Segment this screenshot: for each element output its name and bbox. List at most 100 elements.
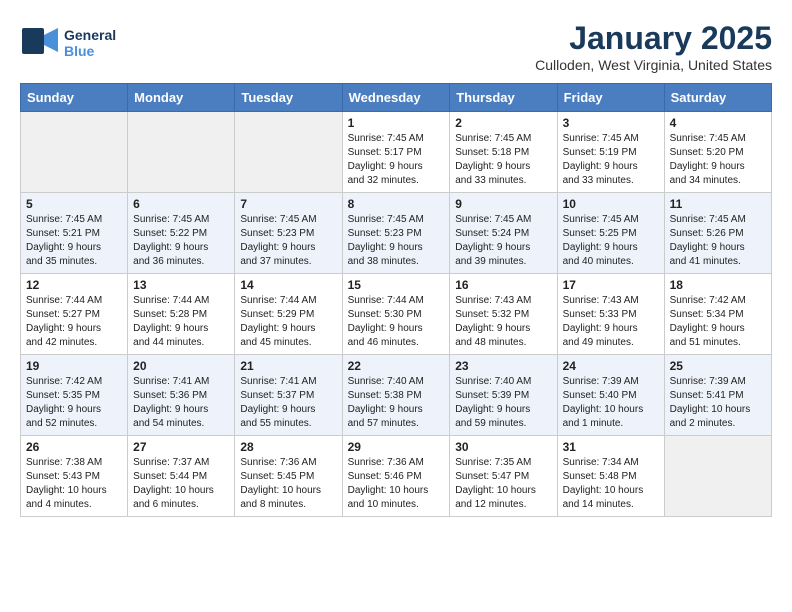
calendar-cell: 12 Sunrise: 7:44 AM Sunset: 5:27 PM Dayli… (21, 274, 128, 355)
calendar-cell: 2 Sunrise: 7:45 AM Sunset: 5:18 PM Daylig… (450, 112, 557, 193)
day-info: Sunrise: 7:41 AM Sunset: 5:37 PM Dayligh… (240, 375, 336, 431)
calendar-cell: 1 Sunrise: 7:45 AM Sunset: 5:17 PM Daylig… (342, 112, 450, 193)
month-year-title: January 2025 (535, 20, 772, 57)
day-info: Sunrise: 7:36 AM Sunset: 5:46 PM Dayligh… (348, 456, 445, 512)
day-info: Sunrise: 7:43 AM Sunset: 5:32 PM Dayligh… (455, 294, 551, 350)
calendar-cell: 14 Sunrise: 7:44 AM Sunset: 5:29 PM Dayli… (235, 274, 342, 355)
calendar-cell: 29Sunrise: 7:36 AM Sunset: 5:46 PM Dayli… (342, 436, 450, 517)
day-number: 12 (26, 278, 122, 292)
calendar-cell: 19 Sunrise: 7:42 AM Sunset: 5:35 PM Dayli… (21, 355, 128, 436)
day-number: 17 (563, 278, 659, 292)
day-number: 15 (348, 278, 445, 292)
calendar-cell: 20 Sunrise: 7:41 AM Sunset: 5:36 PM Dayli… (128, 355, 235, 436)
day-info: Sunrise: 7:37 AM Sunset: 5:44 PM Dayligh… (133, 456, 229, 512)
location-subtitle: Culloden, West Virginia, United States (535, 57, 772, 73)
calendar-cell: 5 Sunrise: 7:45 AM Sunset: 5:21 PM Daylig… (21, 193, 128, 274)
title-area: January 2025 Culloden, West Virginia, Un… (535, 20, 772, 73)
calendar-cell (664, 436, 771, 517)
calendar-cell: 16 Sunrise: 7:43 AM Sunset: 5:32 PM Dayli… (450, 274, 557, 355)
calendar-cell: 26 Sunrise: 7:38 AM Sunset: 5:43 PM Dayli… (21, 436, 128, 517)
day-info: Sunrise: 7:45 AM Sunset: 5:17 PM Dayligh… (348, 132, 445, 188)
calendar-week-row: 5 Sunrise: 7:45 AM Sunset: 5:21 PM Daylig… (21, 193, 772, 274)
calendar-cell (235, 112, 342, 193)
day-info: Sunrise: 7:36 AM Sunset: 5:45 PM Dayligh… (240, 456, 336, 512)
page-header: General Blue January 2025 Culloden, West… (20, 20, 772, 73)
day-info: Sunrise: 7:45 AM Sunset: 5:23 PM Dayligh… (240, 213, 336, 269)
logo: General Blue (20, 20, 116, 65)
day-info: Sunrise: 7:44 AM Sunset: 5:29 PM Dayligh… (240, 294, 336, 350)
calendar-cell (21, 112, 128, 193)
day-number: 5 (26, 197, 122, 211)
day-number: 21 (240, 359, 336, 373)
day-number: 13 (133, 278, 229, 292)
day-number: 19 (26, 359, 122, 373)
calendar-cell: 21 Sunrise: 7:41 AM Sunset: 5:37 PM Dayli… (235, 355, 342, 436)
day-number: 18 (670, 278, 766, 292)
calendar-week-row: 26 Sunrise: 7:38 AM Sunset: 5:43 PM Dayli… (21, 436, 772, 517)
day-info: Sunrise: 7:39 AM Sunset: 5:40 PM Dayligh… (563, 375, 659, 431)
weekday-header-thursday: Thursday (450, 84, 557, 112)
weekday-header-wednesday: Wednesday (342, 84, 450, 112)
day-info: Sunrise: 7:41 AM Sunset: 5:36 PM Dayligh… (133, 375, 229, 431)
day-info: Sunrise: 7:40 AM Sunset: 5:38 PM Dayligh… (348, 375, 445, 431)
day-number: 31 (563, 440, 659, 454)
day-number: 26 (26, 440, 122, 454)
day-number: 8 (348, 197, 445, 211)
day-number: 14 (240, 278, 336, 292)
calendar-cell: 30 Sunrise: 7:35 AM Sunset: 5:47 PM Dayli… (450, 436, 557, 517)
calendar-week-row: 12 Sunrise: 7:44 AM Sunset: 5:27 PM Dayli… (21, 274, 772, 355)
day-number: 25 (670, 359, 766, 373)
day-info: Sunrise: 7:45 AM Sunset: 5:18 PM Dayligh… (455, 132, 551, 188)
day-number: 7 (240, 197, 336, 211)
day-number: 20 (133, 359, 229, 373)
day-info: Sunrise: 7:42 AM Sunset: 5:35 PM Dayligh… (26, 375, 122, 431)
day-info: Sunrise: 7:43 AM Sunset: 5:33 PM Dayligh… (563, 294, 659, 350)
day-info: Sunrise: 7:45 AM Sunset: 5:19 PM Dayligh… (563, 132, 659, 188)
day-info: Sunrise: 7:45 AM Sunset: 5:24 PM Dayligh… (455, 213, 551, 269)
weekday-header-saturday: Saturday (664, 84, 771, 112)
logo-general-text: General (64, 27, 116, 43)
day-number: 2 (455, 116, 551, 130)
day-info: Sunrise: 7:42 AM Sunset: 5:34 PM Dayligh… (670, 294, 766, 350)
weekday-header-tuesday: Tuesday (235, 84, 342, 112)
calendar-table: SundayMondayTuesdayWednesdayThursdayFrid… (20, 83, 772, 517)
day-info: Sunrise: 7:38 AM Sunset: 5:43 PM Dayligh… (26, 456, 122, 512)
calendar-cell: 6 Sunrise: 7:45 AM Sunset: 5:22 PM Daylig… (128, 193, 235, 274)
day-info: Sunrise: 7:39 AM Sunset: 5:41 PM Dayligh… (670, 375, 766, 431)
logo-icon (20, 20, 60, 60)
day-info: Sunrise: 7:35 AM Sunset: 5:47 PM Dayligh… (455, 456, 551, 512)
day-number: 4 (670, 116, 766, 130)
day-info: Sunrise: 7:34 AM Sunset: 5:48 PM Dayligh… (563, 456, 659, 512)
day-info: Sunrise: 7:45 AM Sunset: 5:21 PM Dayligh… (26, 213, 122, 269)
calendar-cell (128, 112, 235, 193)
calendar-cell: 24 Sunrise: 7:39 AM Sunset: 5:40 PM Dayli… (557, 355, 664, 436)
calendar-cell: 4Sunrise: 7:45 AM Sunset: 5:20 PM Daylig… (664, 112, 771, 193)
calendar-cell: 22Sunrise: 7:40 AM Sunset: 5:38 PM Dayli… (342, 355, 450, 436)
calendar-cell: 25 Sunrise: 7:39 AM Sunset: 5:41 PM Dayli… (664, 355, 771, 436)
day-number: 11 (670, 197, 766, 211)
weekday-header-row: SundayMondayTuesdayWednesdayThursdayFrid… (21, 84, 772, 112)
calendar-week-row: 19 Sunrise: 7:42 AM Sunset: 5:35 PM Dayli… (21, 355, 772, 436)
weekday-header-monday: Monday (128, 84, 235, 112)
calendar-cell: 10Sunrise: 7:45 AM Sunset: 5:25 PM Dayli… (557, 193, 664, 274)
day-info: Sunrise: 7:45 AM Sunset: 5:22 PM Dayligh… (133, 213, 229, 269)
calendar-cell: 28 Sunrise: 7:36 AM Sunset: 5:45 PM Dayli… (235, 436, 342, 517)
day-number: 1 (348, 116, 445, 130)
day-info: Sunrise: 7:45 AM Sunset: 5:25 PM Dayligh… (563, 213, 659, 269)
day-number: 24 (563, 359, 659, 373)
weekday-header-sunday: Sunday (21, 84, 128, 112)
calendar-cell: 23Sunrise: 7:40 AM Sunset: 5:39 PM Dayli… (450, 355, 557, 436)
calendar-cell: 15Sunrise: 7:44 AM Sunset: 5:30 PM Dayli… (342, 274, 450, 355)
calendar-cell: 7 Sunrise: 7:45 AM Sunset: 5:23 PM Daylig… (235, 193, 342, 274)
calendar-cell: 18 Sunrise: 7:42 AM Sunset: 5:34 PM Dayli… (664, 274, 771, 355)
day-number: 28 (240, 440, 336, 454)
day-number: 30 (455, 440, 551, 454)
calendar-cell: 8Sunrise: 7:45 AM Sunset: 5:23 PM Daylig… (342, 193, 450, 274)
day-number: 16 (455, 278, 551, 292)
calendar-cell: 17 Sunrise: 7:43 AM Sunset: 5:33 PM Dayli… (557, 274, 664, 355)
day-info: Sunrise: 7:44 AM Sunset: 5:27 PM Dayligh… (26, 294, 122, 350)
day-number: 6 (133, 197, 229, 211)
calendar-cell: 9Sunrise: 7:45 AM Sunset: 5:24 PM Daylig… (450, 193, 557, 274)
weekday-header-friday: Friday (557, 84, 664, 112)
calendar-cell: 13Sunrise: 7:44 AM Sunset: 5:28 PM Dayli… (128, 274, 235, 355)
